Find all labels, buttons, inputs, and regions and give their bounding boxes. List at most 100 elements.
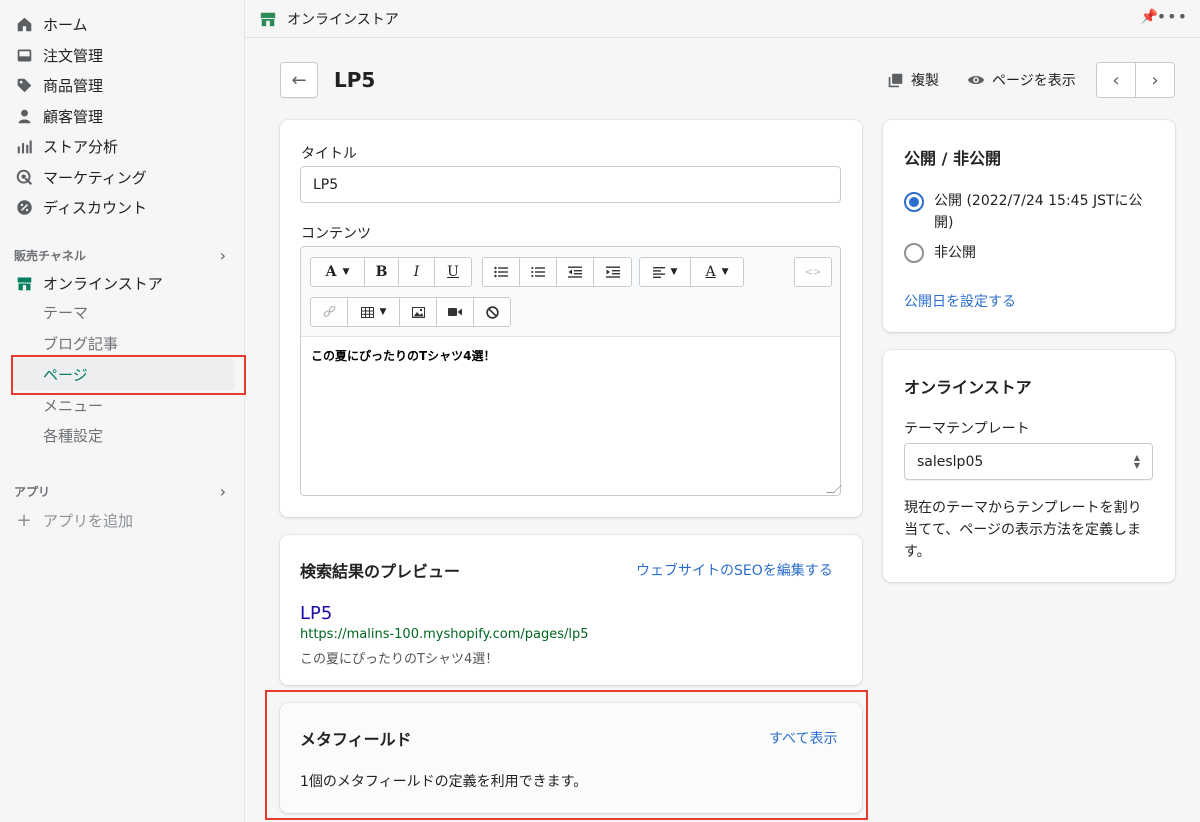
chevron-right-icon: › (1151, 69, 1159, 91)
text-color-icon[interactable]: A ▼ (691, 258, 743, 286)
sub-blog-posts[interactable]: ブログ記事 (43, 333, 118, 354)
visible-radio[interactable] (904, 192, 924, 212)
caret-down-icon: ▼ (670, 267, 678, 277)
template-select[interactable]: saleslp05 ▲ ▼ (904, 443, 1153, 480)
underline-button[interactable]: U (435, 258, 471, 286)
person-icon (14, 106, 34, 126)
title-input[interactable]: LP5 (300, 166, 841, 203)
align-color-group: ▼ A ▼ (639, 257, 744, 287)
topbar: オンラインストア 📌 ••• (245, 0, 1200, 38)
nav-label: 商品管理 (43, 76, 104, 95)
content-label: コンテンツ (301, 226, 371, 242)
home-icon (14, 14, 34, 34)
template-label: テーマテンプレート (904, 421, 1030, 437)
template-help-text: 現在のテーマからテンプレートを割り当てて、ページの表示方法を定義します。 (904, 500, 1142, 560)
next-button[interactable]: › (1136, 63, 1174, 97)
editor-content[interactable]: この夏にぴったりのTシャツ4選！ (311, 347, 496, 364)
table-icon[interactable]: ▼ (348, 298, 400, 326)
bullet-list-icon[interactable] (483, 258, 520, 286)
store-icon (14, 273, 34, 293)
discount-icon (14, 197, 34, 217)
nav-label: 注文管理 (43, 46, 104, 65)
nav-orders[interactable]: 注文管理 (14, 42, 103, 68)
insert-group: ▼ (310, 297, 511, 327)
edit-seo-link[interactable]: ウェブサイトのSEOを編集する (636, 560, 833, 580)
nav-analytics[interactable]: ストア分析 (14, 133, 118, 159)
view-page-button[interactable]: ページを表示 (967, 70, 1076, 90)
editor-toolbar: A ▼ B I U ▼ A ▼ <> ▼ (301, 247, 840, 337)
nav-customers[interactable]: 顧客管理 (14, 103, 103, 129)
pagination: ‹ › (1096, 62, 1175, 98)
page-title: LP5 (334, 68, 376, 92)
caret-down-icon: ▼ (379, 307, 387, 317)
code-view-icon[interactable]: <> (795, 258, 831, 286)
tag-icon (14, 75, 34, 95)
nav-label: ホーム (43, 15, 88, 34)
store-icon (260, 12, 276, 26)
duplicate-label: 複製 (911, 73, 939, 89)
back-button[interactable]: ← (280, 62, 318, 98)
nav-products[interactable]: 商品管理 (14, 72, 103, 98)
view-page-label: ページを表示 (992, 73, 1076, 89)
image-icon[interactable] (400, 298, 437, 326)
template-value: saleslp05 (917, 453, 984, 470)
duplicate-icon (887, 72, 904, 89)
orders-icon (14, 45, 34, 65)
chevron-right-icon: › (219, 482, 226, 501)
align-icon[interactable]: ▼ (640, 258, 691, 286)
arrow-left-icon: ← (291, 69, 307, 91)
resize-handle[interactable] (826, 485, 842, 493)
caret-down-icon: ▼ (342, 267, 350, 277)
hidden-radio[interactable] (904, 243, 924, 263)
sales-channels-heading[interactable]: 販売チャネル › (14, 246, 226, 265)
set-date-link[interactable]: 公開日を設定する (904, 291, 1016, 311)
hidden-label: 非公開 (934, 245, 976, 261)
nav-label: ストア分析 (43, 137, 119, 156)
text-format-group: A ▼ B I U (310, 257, 472, 287)
indent-icon[interactable] (594, 258, 631, 286)
italic-button[interactable]: I (399, 258, 435, 286)
sub-preferences[interactable]: 各種設定 (43, 425, 103, 446)
link-icon[interactable] (311, 298, 348, 326)
chevron-right-icon: › (219, 246, 226, 265)
duplicate-button[interactable]: 複製 (887, 70, 939, 90)
caret-down-icon: ▼ (721, 267, 729, 277)
add-app-button[interactable]: + アプリを追加 (14, 507, 133, 533)
apps-label: アプリ (14, 485, 51, 499)
numbered-list-icon[interactable] (520, 258, 557, 286)
seo-preview-url: https://malins-100.myshopify.com/pages/l… (300, 627, 589, 642)
seo-heading: 検索結果のプレビュー (300, 562, 461, 581)
nav-label: オンラインストア (43, 274, 163, 293)
bar-chart-icon (14, 136, 34, 156)
nav-online-store[interactable]: オンラインストア (14, 270, 163, 296)
nav-label: ディスカウント (43, 198, 147, 217)
pin-icon[interactable]: 📌 (1141, 9, 1158, 25)
outdent-icon[interactable] (557, 258, 594, 286)
select-arrows-icon: ▲ ▼ (1133, 453, 1140, 470)
visible-label: 公開 (2022/7/24 15:45 JSTに公開) (934, 193, 1143, 231)
rich-text-editor[interactable]: A ▼ B I U ▼ A ▼ <> ▼ この夏にぴったりのTシャツ4選！ (300, 246, 842, 496)
video-icon[interactable] (437, 298, 474, 326)
bold-button[interactable]: B (365, 258, 399, 286)
title-label: タイトル (301, 146, 357, 162)
visibility-heading: 公開 / 非公開 (904, 149, 1001, 168)
clear-format-icon[interactable] (474, 298, 510, 326)
seo-preview-title: LP5 (300, 603, 333, 624)
eye-icon (967, 71, 985, 89)
sub-menus[interactable]: メニュー (43, 395, 103, 416)
plus-icon: + (16, 509, 32, 531)
previous-button[interactable]: ‹ (1097, 63, 1136, 97)
sales-channels-label: 販売チャネル (14, 249, 86, 263)
seo-preview-description: この夏にぴったりのTシャツ4選！ (300, 652, 499, 667)
online-store-heading: オンラインストア (904, 378, 1032, 397)
sub-theme[interactable]: テーマ (43, 302, 88, 323)
nav-discounts[interactable]: ディスカウント (14, 194, 147, 220)
nav-home[interactable]: ホーム (14, 11, 88, 37)
topbar-title: オンラインストア (287, 11, 399, 28)
html-group: <> (794, 257, 832, 287)
highlight-box-pages (11, 355, 246, 395)
font-style-button[interactable]: A ▼ (311, 258, 365, 286)
nav-marketing[interactable]: マーケティング (14, 164, 147, 190)
apps-heading[interactable]: アプリ › (14, 482, 226, 501)
more-actions-icon[interactable]: ••• (1157, 7, 1188, 26)
